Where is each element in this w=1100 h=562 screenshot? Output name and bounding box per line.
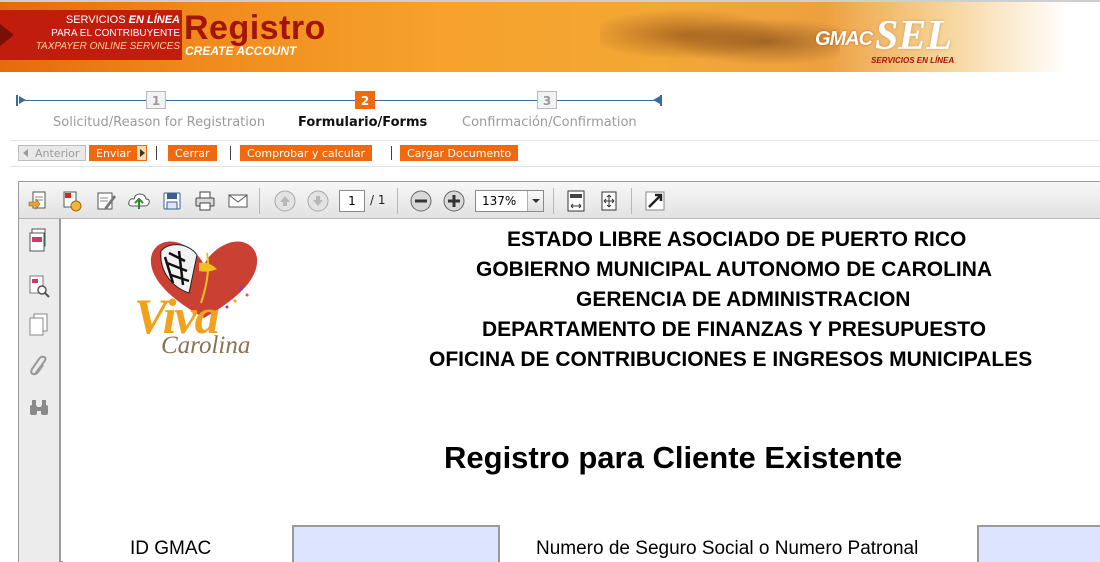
- step-3-number: 3: [537, 91, 557, 109]
- pdf-viewer: 1 / 1 137% Viva Carolina ESTADO LIBRE AS…: [18, 181, 1100, 562]
- step-1-label: Solicitud/Reason for Registration: [53, 115, 266, 130]
- pdf-document: Viva Carolina ESTADO LIBRE ASOCIADO DE P…: [63, 219, 1100, 562]
- separator: [156, 146, 157, 160]
- copy-icon[interactable]: [27, 312, 51, 338]
- page-subtitle: CREATE ACCOUNT: [185, 44, 297, 58]
- upload-document-button[interactable]: Cargar Documento: [400, 145, 519, 161]
- pdf-side-panel: [19, 219, 61, 562]
- print-pdf-icon[interactable]: [60, 189, 84, 213]
- page-up-icon[interactable]: [273, 189, 297, 213]
- brand-line3: TAXPAYER ONLINE SERVICES: [35, 41, 180, 52]
- toolbar-separator: [397, 188, 398, 214]
- header-banner: SERVICIOS EN LÍNEA PARA EL CONTRIBUYENTE…: [0, 0, 1100, 72]
- ssn-field[interactable]: [977, 525, 1100, 562]
- heading-line: GERENCIA DE ADMINISTRACION: [576, 288, 911, 311]
- brand-line1-bold: EN LÍNEA: [128, 14, 180, 26]
- send-arrow-icon: [135, 145, 147, 161]
- arrow-left-icon: [23, 149, 28, 157]
- gmac-logo-text: GMAC: [815, 28, 873, 50]
- send-button-label: Enviar: [96, 147, 131, 160]
- brand-line1-prefix: SERVICIOS: [65, 14, 126, 26]
- brand-text: SERVICIOS EN LÍNEA PARA EL CONTRIBUYENTE…: [22, 14, 180, 53]
- zoom-select[interactable]: 137%: [475, 190, 544, 212]
- brand-arrow-icon: [0, 24, 14, 46]
- toolbar-separator: [553, 188, 554, 214]
- id-gmac-field[interactable]: [292, 525, 500, 562]
- edit-icon[interactable]: [94, 189, 118, 213]
- fit-page-icon[interactable]: [564, 189, 588, 213]
- step-3-label: Confirmación/Confirmation: [462, 115, 637, 130]
- heading-line: ESTADO LIBRE ASOCIADO DE PUERTO RICO: [507, 228, 967, 251]
- search-pages-icon[interactable]: [27, 273, 51, 299]
- divider: [10, 140, 1100, 141]
- step-line: [24, 100, 656, 101]
- verify-calculate-button[interactable]: Comprobar y calcular: [240, 145, 373, 161]
- heading-line: DEPARTAMENTO DE FINANZAS Y PRESUPUESTO: [482, 318, 987, 341]
- zoom-out-icon[interactable]: [409, 189, 433, 213]
- print-icon[interactable]: [193, 189, 217, 213]
- pdf-toolbar: 1 / 1 137%: [19, 182, 1100, 219]
- pages-icon[interactable]: [27, 227, 51, 253]
- save-icon[interactable]: [160, 189, 184, 213]
- binoculars-icon[interactable]: [27, 395, 51, 421]
- upload-button-label: Cargar Documento: [407, 147, 512, 160]
- expand-icon[interactable]: [643, 189, 667, 213]
- previous-button[interactable]: Anterior: [18, 145, 87, 161]
- chevron-down-icon: [527, 191, 543, 211]
- toolbar-separator: [631, 188, 632, 214]
- id-gmac-label: ID GMAC: [130, 538, 212, 559]
- close-button[interactable]: Cerrar: [168, 145, 217, 161]
- toolbar-separator: [259, 188, 260, 214]
- heading-line: OFICINA DE CONTRIBUCIONES E INGRESOS MUN…: [429, 348, 1033, 371]
- page-number-input[interactable]: 1: [339, 190, 365, 212]
- fit-width-icon[interactable]: [597, 189, 621, 213]
- attachment-icon[interactable]: [27, 354, 51, 380]
- upload-icon[interactable]: [127, 189, 151, 213]
- step-1-number: 1: [146, 91, 166, 109]
- zoom-value: 137%: [482, 194, 517, 208]
- page-down-icon[interactable]: [306, 189, 330, 213]
- zoom-in-icon[interactable]: [442, 189, 466, 213]
- step-2-label: Formulario/Forms: [298, 115, 428, 130]
- create-pdf-icon[interactable]: [27, 189, 51, 213]
- separator: [230, 146, 231, 160]
- gmac-logo-sub: SERVICIOS EN LÍNEA: [871, 56, 955, 65]
- close-button-label: Cerrar: [175, 147, 210, 160]
- logo-sub: Carolina: [161, 332, 251, 359]
- step-2-number: 2: [355, 91, 375, 109]
- email-icon[interactable]: [226, 189, 250, 213]
- heading-line: GOBIERNO MUNICIPAL AUTONOMO DE CAROLINA: [476, 258, 993, 281]
- document-title: Registro para Cliente Existente: [444, 440, 903, 475]
- sel-logo-text: SEL: [875, 13, 953, 59]
- banner-photo: [600, 2, 840, 72]
- ssn-label: Numero de Seguro Social o Numero Patrona…: [536, 538, 919, 559]
- separator: [391, 146, 392, 160]
- brand-line2: PARA EL CONTRIBUYENTE: [51, 28, 180, 39]
- send-button[interactable]: Enviar: [89, 145, 147, 161]
- step-end-icon: [652, 95, 662, 106]
- divider: [10, 166, 1100, 167]
- viva-carolina-logo: Viva Carolina: [129, 233, 279, 368]
- step-start-icon: [16, 95, 28, 106]
- page-title: Registro: [184, 9, 326, 47]
- progress-steps: 1 Solicitud/Reason for Registration 2 Fo…: [0, 84, 700, 134]
- verify-button-label: Comprobar y calcular: [247, 147, 366, 160]
- previous-button-label: Anterior: [35, 147, 80, 160]
- gmac-sel-logo: GMAC SEL SERVICIOS EN LÍNEA: [815, 13, 965, 68]
- page-total: / 1: [370, 193, 386, 207]
